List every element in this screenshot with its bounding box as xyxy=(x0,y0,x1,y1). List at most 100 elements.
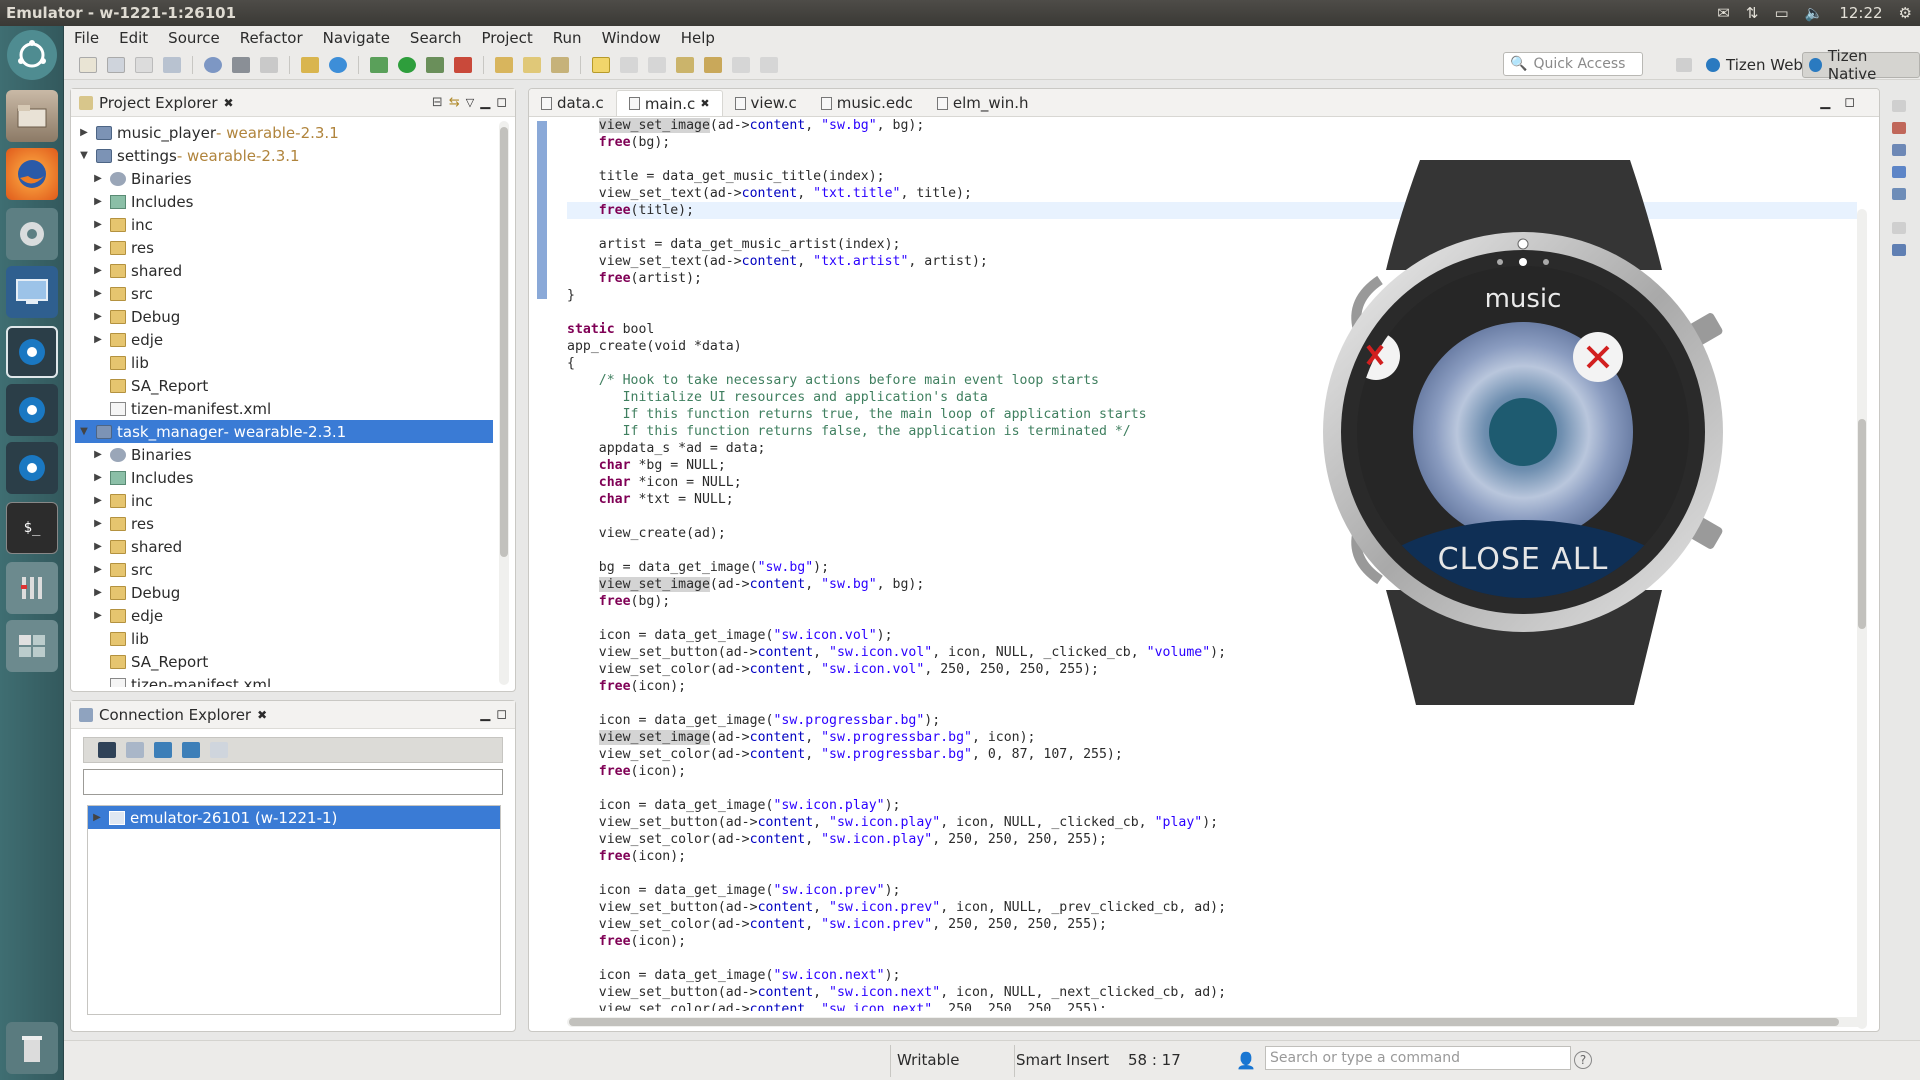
command-search-input[interactable]: Search or type a command xyxy=(1265,1046,1571,1070)
back-icon[interactable] xyxy=(704,56,722,73)
menu-source[interactable]: Source xyxy=(158,29,230,47)
battery-icon[interactable]: ▭ xyxy=(1774,4,1788,22)
code-line[interactable]: free(icon); xyxy=(567,763,1857,780)
editor-vertical-scrollbar[interactable] xyxy=(1857,209,1867,1029)
expand-arrow-icon[interactable]: ▶ xyxy=(91,265,105,276)
quick-access-input[interactable]: 🔍 Quick Access xyxy=(1503,52,1643,76)
tree-item[interactable]: ▶ res xyxy=(75,512,493,535)
user-agent-icon[interactable]: 👤 xyxy=(1236,1051,1256,1070)
code-line[interactable]: view_set_button(ad->content, "sw.icon.ne… xyxy=(567,984,1857,1001)
volume-icon[interactable]: 🔈 xyxy=(1805,4,1824,22)
clock[interactable]: 12:22 xyxy=(1839,4,1882,22)
expand-arrow-icon[interactable]: ▶ xyxy=(90,812,104,823)
expand-arrow-icon[interactable]: ▼ xyxy=(77,150,91,161)
build-config-icon[interactable] xyxy=(204,56,222,73)
view-menu-icon[interactable]: ▽ xyxy=(466,96,474,109)
tree-item[interactable]: tizen-manifest.xml xyxy=(75,673,493,687)
remote-desktop-icon[interactable] xyxy=(6,266,58,318)
code-line[interactable]: icon = data_get_image("sw.icon.next"); xyxy=(567,967,1857,984)
code-line[interactable]: free(bg); xyxy=(567,134,1857,151)
search-icon[interactable] xyxy=(551,56,569,73)
messaging-icon[interactable]: ✉ xyxy=(1717,4,1730,22)
tizen-package-manager-icon[interactable] xyxy=(6,442,58,494)
restore-icon[interactable] xyxy=(1892,222,1906,234)
tizen-studio-icon[interactable] xyxy=(6,326,58,378)
code-line[interactable] xyxy=(567,780,1857,797)
run-icon[interactable] xyxy=(398,56,416,73)
open-resource-icon[interactable] xyxy=(523,56,541,73)
remote-device-icon[interactable] xyxy=(98,742,116,758)
editor-tab[interactable]: view.c xyxy=(723,90,809,116)
connection-explorer-title[interactable]: Connection Explorer xyxy=(99,706,251,724)
tree-item[interactable]: ▶ inc xyxy=(75,489,493,512)
undo-icon[interactable] xyxy=(301,56,319,73)
expand-arrow-icon[interactable]: ▶ xyxy=(91,242,105,253)
tizen-emulator-manager-icon[interactable] xyxy=(6,384,58,436)
minimize-icon[interactable]: ▁ xyxy=(480,95,490,110)
build-icon[interactable] xyxy=(232,56,250,73)
clean-icon[interactable] xyxy=(260,56,278,73)
open-perspective-button[interactable] xyxy=(1665,52,1703,78)
terminal-icon[interactable]: $_ xyxy=(6,502,58,554)
code-line[interactable]: view_set_image(ad->content, "sw.progress… xyxy=(567,729,1857,746)
menu-navigate[interactable]: Navigate xyxy=(313,29,400,47)
run-config-icon[interactable] xyxy=(426,56,444,73)
expand-arrow-icon[interactable]: ▶ xyxy=(91,449,105,460)
expand-arrow-icon[interactable]: ▶ xyxy=(91,610,105,621)
expand-arrow-icon[interactable]: ▶ xyxy=(91,518,105,529)
connection-item[interactable]: ▶ emulator-26101 (w-1221-1) xyxy=(88,806,500,829)
editor-tab[interactable]: music.edc xyxy=(809,90,925,116)
editor-tab[interactable]: data.c xyxy=(529,90,616,116)
restore-icon[interactable] xyxy=(1892,100,1906,112)
push-file-icon[interactable] xyxy=(154,742,172,758)
expand-arrow-icon[interactable]: ▶ xyxy=(91,495,105,506)
next-annotation-icon[interactable] xyxy=(620,56,638,73)
tree-item[interactable]: ▶ shared xyxy=(75,535,493,558)
menu-refactor[interactable]: Refactor xyxy=(230,29,313,47)
trash-icon[interactable] xyxy=(6,1022,58,1074)
target-icon[interactable] xyxy=(329,56,347,73)
collapse-all-icon[interactable]: ⊟ xyxy=(432,95,443,110)
maximize-icon[interactable]: ◻ xyxy=(496,95,507,110)
code-line[interactable]: view_set_image(ad->content, "sw.bg", bg)… xyxy=(567,117,1857,134)
tree-item[interactable]: ▶ src xyxy=(75,558,493,581)
view-options-icon[interactable] xyxy=(210,742,228,758)
debug-icon[interactable] xyxy=(370,56,388,73)
mark-occurrences-icon[interactable] xyxy=(592,56,610,73)
code-line[interactable]: free(icon); xyxy=(567,848,1857,865)
expand-arrow-icon[interactable]: ▶ xyxy=(91,196,105,207)
menu-search[interactable]: Search xyxy=(400,29,472,47)
expand-arrow-icon[interactable]: ▼ xyxy=(77,426,91,437)
print-icon[interactable] xyxy=(163,56,181,73)
tree-item[interactable]: ▶ inc xyxy=(75,213,493,236)
tree-item[interactable]: ▶ shared xyxy=(75,259,493,282)
firefox-icon[interactable] xyxy=(6,148,58,200)
workspace-switcher-icon[interactable] xyxy=(6,620,58,672)
code-line[interactable]: icon = data_get_image("sw.icon.prev"); xyxy=(567,882,1857,899)
project-tree-scrollbar[interactable] xyxy=(499,121,509,685)
network-icon[interactable]: ⇅ xyxy=(1746,4,1759,22)
maximize-icon[interactable]: ◻ xyxy=(1844,95,1855,110)
menu-run[interactable]: Run xyxy=(543,29,592,47)
menu-window[interactable]: Window xyxy=(592,29,671,47)
menu-help[interactable]: Help xyxy=(671,29,725,47)
save-icon[interactable] xyxy=(107,56,125,73)
code-line[interactable] xyxy=(567,950,1857,967)
editor-tab[interactable]: main.c ✖ xyxy=(615,90,723,116)
help-icon[interactable]: ? xyxy=(1574,1051,1592,1069)
close-tab-icon[interactable]: ✖ xyxy=(700,97,709,110)
last-edit-icon[interactable] xyxy=(676,56,694,73)
tree-item[interactable]: tizen-manifest.xml xyxy=(75,397,493,420)
console-icon[interactable] xyxy=(1892,166,1906,178)
system-settings-icon[interactable] xyxy=(6,208,58,260)
expand-arrow-icon[interactable]: ▶ xyxy=(91,173,105,184)
tree-item[interactable]: lib xyxy=(75,351,493,374)
system-monitor-icon[interactable] xyxy=(6,562,58,614)
minimize-icon[interactable]: ▁ xyxy=(480,707,490,722)
minimize-icon[interactable]: ▁ xyxy=(1820,95,1830,110)
menu-file[interactable]: File xyxy=(64,29,109,47)
tree-item[interactable]: SA_Report xyxy=(75,650,493,673)
tree-item[interactable]: ▶ edje xyxy=(75,328,493,351)
expand-arrow-icon[interactable]: ▶ xyxy=(91,288,105,299)
problems-icon[interactable] xyxy=(1892,122,1906,134)
